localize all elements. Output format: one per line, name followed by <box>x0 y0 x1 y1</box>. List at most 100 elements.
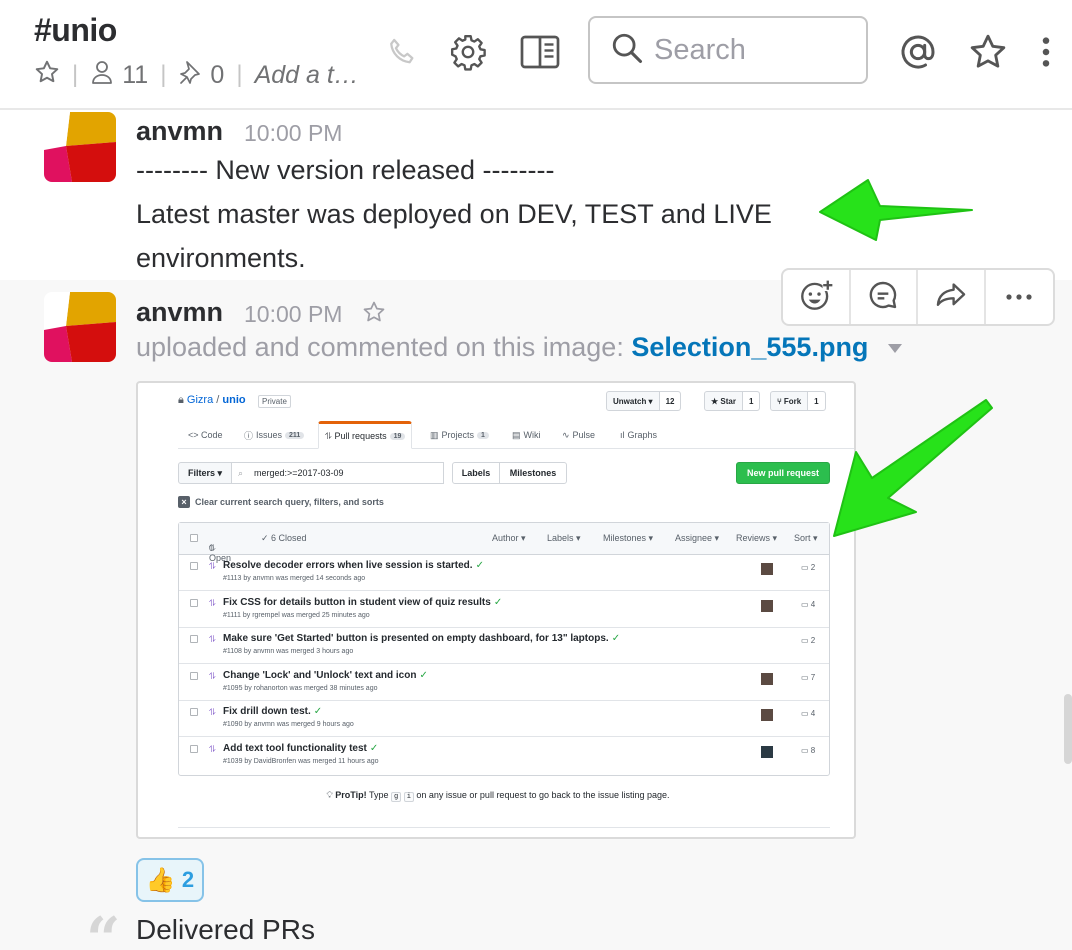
comment-icon: ▭ <box>801 636 811 645</box>
member-count[interactable]: 11 <box>122 61 148 90</box>
search-input[interactable] <box>654 33 854 67</box>
pr-title-text: Make sure 'Get Started' button is presen… <box>223 633 609 644</box>
protip-label: ProTip! <box>335 790 367 800</box>
pr-row: ⥮ Resolve decoder errors when live sessio… <box>179 555 829 591</box>
gear-icon[interactable] <box>446 30 490 74</box>
chevron-down-icon[interactable] <box>887 344 902 354</box>
add-reaction-button[interactable] <box>783 270 851 324</box>
pr-title: Add text tool functionality test ✓ <box>223 743 378 754</box>
pr-meta: #1039 by DavidBronfen was merged 11 hour… <box>223 757 379 765</box>
pr-checkbox <box>190 635 198 643</box>
channel-meta: | 11 | 0 | Add a t… <box>34 58 359 92</box>
tab-label: Pull requests <box>334 431 387 441</box>
tab-code: <> Code <box>188 421 223 449</box>
uploaded-image[interactable]: 🔒︎ Gizra / unio Private Unwatch ▾ 12 ★ S… <box>136 381 856 839</box>
pulse-icon: ∿ <box>562 429 570 440</box>
quote-icon: “ <box>86 905 121 950</box>
check-icon: ✓ <box>611 633 621 644</box>
close-icon: × <box>178 496 190 508</box>
pr-title: Make sure 'Get Started' button is presen… <box>223 633 620 644</box>
share-button[interactable] <box>918 270 986 324</box>
merged-icon: ⥮ <box>209 561 216 571</box>
pr-meta: #1095 by rohanorton was merged 38 minute… <box>223 684 378 692</box>
merged-icon: ⥮ <box>209 743 216 754</box>
divider <box>178 827 830 828</box>
tab-pull-requests: ⥮ Pull requests 19 <box>318 421 413 449</box>
comment-text: Delivered PRs <box>136 914 315 945</box>
comment-count: ▭ 8 <box>801 746 815 755</box>
pr-meta: #1108 by anvmn was merged 3 hours ago <box>223 648 354 655</box>
message-author[interactable]: anvmn <box>136 297 223 328</box>
channel-topic[interactable]: Add a t… <box>255 61 359 90</box>
tab-graphs: ıl Graphs <box>620 421 657 449</box>
search-icon: ⌕ <box>238 467 244 478</box>
avatar[interactable] <box>44 292 116 362</box>
fork-label-text: Fork <box>783 396 802 406</box>
issue-icon: ⓘ <box>244 430 254 441</box>
pr-row: ⥮ Make sure 'Get Started' button is prese… <box>179 628 829 664</box>
starred-icon[interactable] <box>966 30 1010 74</box>
comment-count: ▭ 7 <box>801 673 815 682</box>
message-timestamp[interactable]: 10:00 PM <box>244 301 342 328</box>
pr-title-text: Resolve decoder errors when live session… <box>223 560 473 571</box>
message-line: -------- New version released -------- <box>136 155 555 185</box>
share-arrow-icon <box>934 280 968 315</box>
tab-count: 211 <box>285 431 305 439</box>
comment-icon: ▭ <box>801 672 811 682</box>
select-all-checkbox <box>190 534 198 542</box>
comment-count: ▭ 4 <box>801 600 815 609</box>
pr-icon: ⥮ <box>325 430 332 441</box>
fork-count: 1 <box>808 392 825 410</box>
avatar[interactable] <box>44 112 116 182</box>
pinned-count[interactable]: 0 <box>210 61 224 90</box>
check-icon: ✓ <box>419 669 428 681</box>
start-thread-button[interactable] <box>851 270 918 324</box>
protip-key: g <box>390 792 402 802</box>
check-icon: ✓ <box>313 706 323 717</box>
pr-list: ⥮ 0 Open ✓ 6 Closed Author ▾ Labels ▾ Mi… <box>178 522 830 776</box>
comment-count-text: 2 <box>810 563 816 572</box>
star-icon[interactable] <box>34 59 60 92</box>
comment-count: ▭ 2 <box>801 563 815 572</box>
phone-icon[interactable] <box>380 30 424 74</box>
pr-title-text: Fix drill down test. <box>223 706 311 717</box>
unwatch-count: 12 <box>659 392 681 410</box>
check-icon: ✓ <box>493 596 503 608</box>
sort-filter: Sort ▾ <box>794 533 818 543</box>
sidebar-toggle-icon[interactable] <box>518 30 562 74</box>
repo-tabs: <> Code ⓘ Issues 211 ⥮ Pull requests 19 ▥ Pro… <box>178 421 854 449</box>
pr-meta: #1090 by anvmn was merged 9 hours ago <box>223 721 354 728</box>
star-label: ★ Star <box>705 392 743 410</box>
search-box[interactable] <box>588 16 868 84</box>
more-actions-button[interactable] <box>986 270 1053 324</box>
tab-label: Wiki <box>523 430 541 440</box>
private-badge: Private <box>258 395 291 408</box>
mentions-icon[interactable] <box>896 30 940 74</box>
message-line: Latest master was deployed on DEV, TEST … <box>136 199 772 229</box>
lightbulb-icon: 💡︎ <box>326 790 333 800</box>
star-button: ★ Star 1 <box>704 391 761 411</box>
message-timestamp[interactable]: 10:00 PM <box>244 120 342 147</box>
avatar <box>761 745 773 758</box>
comment-count-text: 2 <box>810 636 816 645</box>
tab-label: Issues <box>256 430 283 440</box>
channel-name[interactable]: #unio <box>34 12 117 49</box>
assignee-filter: Assignee ▾ <box>675 533 720 543</box>
more-vertical-icon[interactable] <box>1024 30 1068 74</box>
comment-icon: ▭ <box>801 563 811 572</box>
reaction-thumbsup[interactable]: 👍 2 <box>136 858 204 902</box>
repo-name: unio <box>222 394 246 406</box>
pr-search-query: ⌕ merged:>=2017-03-09 <box>232 462 444 484</box>
milestones-button: Milestones <box>499 462 567 484</box>
star-message-icon[interactable] <box>362 300 386 329</box>
pin-icon[interactable] <box>178 59 202 92</box>
comment-icon: ▭ <box>801 599 811 609</box>
members-icon[interactable] <box>90 59 114 92</box>
star-count: 1 <box>742 392 760 410</box>
scrollbar[interactable] <box>1064 694 1072 764</box>
pr-title-text: Fix CSS for details button in student vi… <box>223 596 491 608</box>
file-link[interactable]: Selection_555.png <box>631 332 868 362</box>
query-text: merged:>=2017-03-09 <box>254 468 344 478</box>
pr-title: Fix drill down test. ✓ <box>223 706 322 717</box>
message-author[interactable]: anvmn <box>136 116 223 147</box>
